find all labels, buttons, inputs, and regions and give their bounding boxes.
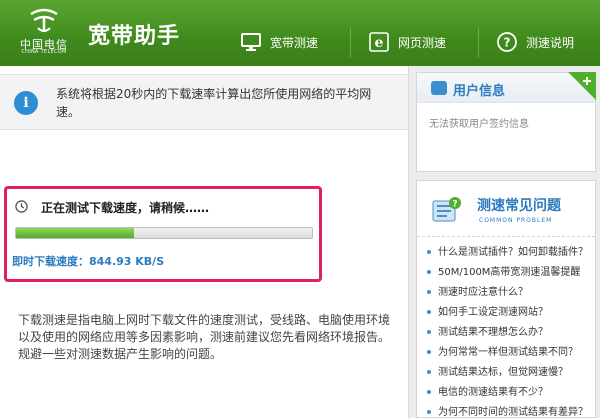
faq-document-icon: ? [432, 197, 461, 222]
clock-icon [15, 200, 28, 213]
faq-header: ? 测速常见问题 COMMON PROBLEM [417, 181, 595, 237]
faq-item-label: 为何不同时间的测试结果有差异？ [438, 407, 588, 418]
nav-divider [478, 28, 479, 58]
test-description: 下载测速是指电脑上网时下载文件的速度测试，受线路、电脑使用环境以及使用的网络应用… [18, 313, 391, 361]
nav-webpage-test[interactable]: e 网页测速 [368, 30, 446, 54]
app-title: 宽带助手 [88, 24, 181, 49]
nav-bandwidth-test[interactable]: 宽带测速 [240, 30, 318, 54]
instant-speed: 即时下载速度：844.93 KB/S [12, 253, 164, 269]
faq-item[interactable]: 测试结果达标，但觉网速慢？ [427, 363, 595, 383]
user-info-message: 无法获取用户签约信息 [429, 119, 529, 130]
user-info-card: 用户信息 无法获取用户签约信息 [416, 72, 596, 172]
faq-item-label: 电信的测速结果有不少？ [438, 387, 548, 398]
user-card-icon [431, 81, 447, 95]
svg-text:?: ? [452, 200, 457, 210]
faq-item-label: 测速时应注意什么？ [438, 287, 528, 298]
svg-text:e: e [375, 35, 384, 51]
app-header: 中国电信 CHINA TELECOM 宽带助手 宽带测速 e 网页测速 ? 测速… [0, 0, 600, 66]
add-corner-icon[interactable] [568, 72, 596, 100]
info-tip-bar: i 系统将根据20秒内的下载速率计算出您所使用网络的平均网速。 [0, 74, 408, 130]
faq-card: ? 测速常见问题 COMMON PROBLEM 什么是测试插件？如何卸载插件？ 5… [416, 180, 596, 418]
faq-title: 测速常见问题 [477, 198, 561, 214]
test-status-text: 正在测试下载速度，请稍候…… [41, 201, 210, 215]
telecom-swirl-icon [30, 8, 58, 32]
sidebar: 用户信息 无法获取用户签约信息 ? 测速常见问题 COMMON PROBLEM … [408, 66, 600, 418]
nav-test-help[interactable]: ? 测速说明 [496, 30, 574, 54]
browser-e-icon: e [369, 32, 389, 52]
faq-item-label: 测试结果不理想怎么办？ [438, 327, 548, 338]
user-info-header: 用户信息 [417, 72, 596, 103]
info-icon: i [14, 91, 38, 115]
bullet-icon [427, 270, 431, 274]
bullet-icon [427, 250, 431, 254]
bullet-icon [427, 290, 431, 294]
nav-divider [350, 28, 351, 58]
faq-item-label: 测试结果达标，但觉网速慢？ [438, 367, 568, 378]
bullet-icon [427, 370, 431, 374]
faq-item-label: 什么是测试插件？如何卸载插件？ [438, 247, 588, 258]
nav-label: 网页测速 [398, 35, 447, 50]
help-icon: ? [497, 32, 517, 52]
faq-item[interactable]: 电信的测速结果有不少？ [427, 383, 595, 403]
bullet-icon [427, 410, 431, 414]
faq-list: 什么是测试插件？如何卸载插件？ 50M/100M高带宽测速温馨提醒 测速时应注意什么… [427, 243, 595, 418]
speed-label: 即时下载速度： [12, 255, 89, 268]
progress-fill [16, 228, 135, 238]
bullet-icon [427, 390, 431, 394]
faq-item[interactable]: 50M/100M高带宽测速温馨提醒 [427, 263, 595, 283]
faq-item-label: 如何手工设定测速网站？ [438, 307, 548, 318]
faq-item-label: 50M/100M高带宽测速温馨提醒 [438, 267, 581, 278]
speed-test-progress-panel: 正在测试下载速度，请稍候…… 即时下载速度：844.93 KB/S [4, 186, 322, 282]
user-info-title: 用户信息 [453, 84, 506, 99]
bullet-icon [427, 310, 431, 314]
tip-text: 系统将根据20秒内的下载速率计算出您所使用网络的平均网速。 [56, 87, 372, 119]
faq-item[interactable]: 为何常常一样但测试结果不同？ [427, 343, 595, 363]
faq-item[interactable]: 为何不同时间的测试结果有差异？ [427, 403, 595, 418]
logo-english-text: CHINA TELECOM [21, 49, 67, 55]
faq-item[interactable]: 测试结果不理想怎么办？ [427, 323, 595, 343]
faq-item[interactable]: 如何手工设定测速网站？ [427, 303, 595, 323]
faq-subtitle: COMMON PROBLEM [479, 217, 553, 224]
nav-label: 宽带测速 [270, 35, 319, 50]
download-progress-bar [15, 227, 313, 239]
faq-item-label: 为何常常一样但测试结果不同？ [438, 347, 578, 358]
bullet-icon [427, 350, 431, 354]
nav-label: 测速说明 [526, 35, 575, 50]
svg-text:?: ? [504, 36, 511, 50]
speed-value: 844.93 KB/S [89, 255, 165, 268]
bullet-icon [427, 330, 431, 334]
faq-item[interactable]: 测速时应注意什么？ [427, 283, 595, 303]
monitor-icon [241, 33, 261, 51]
faq-item[interactable]: 什么是测试插件？如何卸载插件？ [427, 243, 595, 263]
main-panel: i 系统将根据20秒内的下载速率计算出您所使用网络的平均网速。 正在测试下载速度… [0, 66, 408, 418]
china-telecom-logo: 中国电信 CHINA TELECOM [18, 8, 70, 58]
